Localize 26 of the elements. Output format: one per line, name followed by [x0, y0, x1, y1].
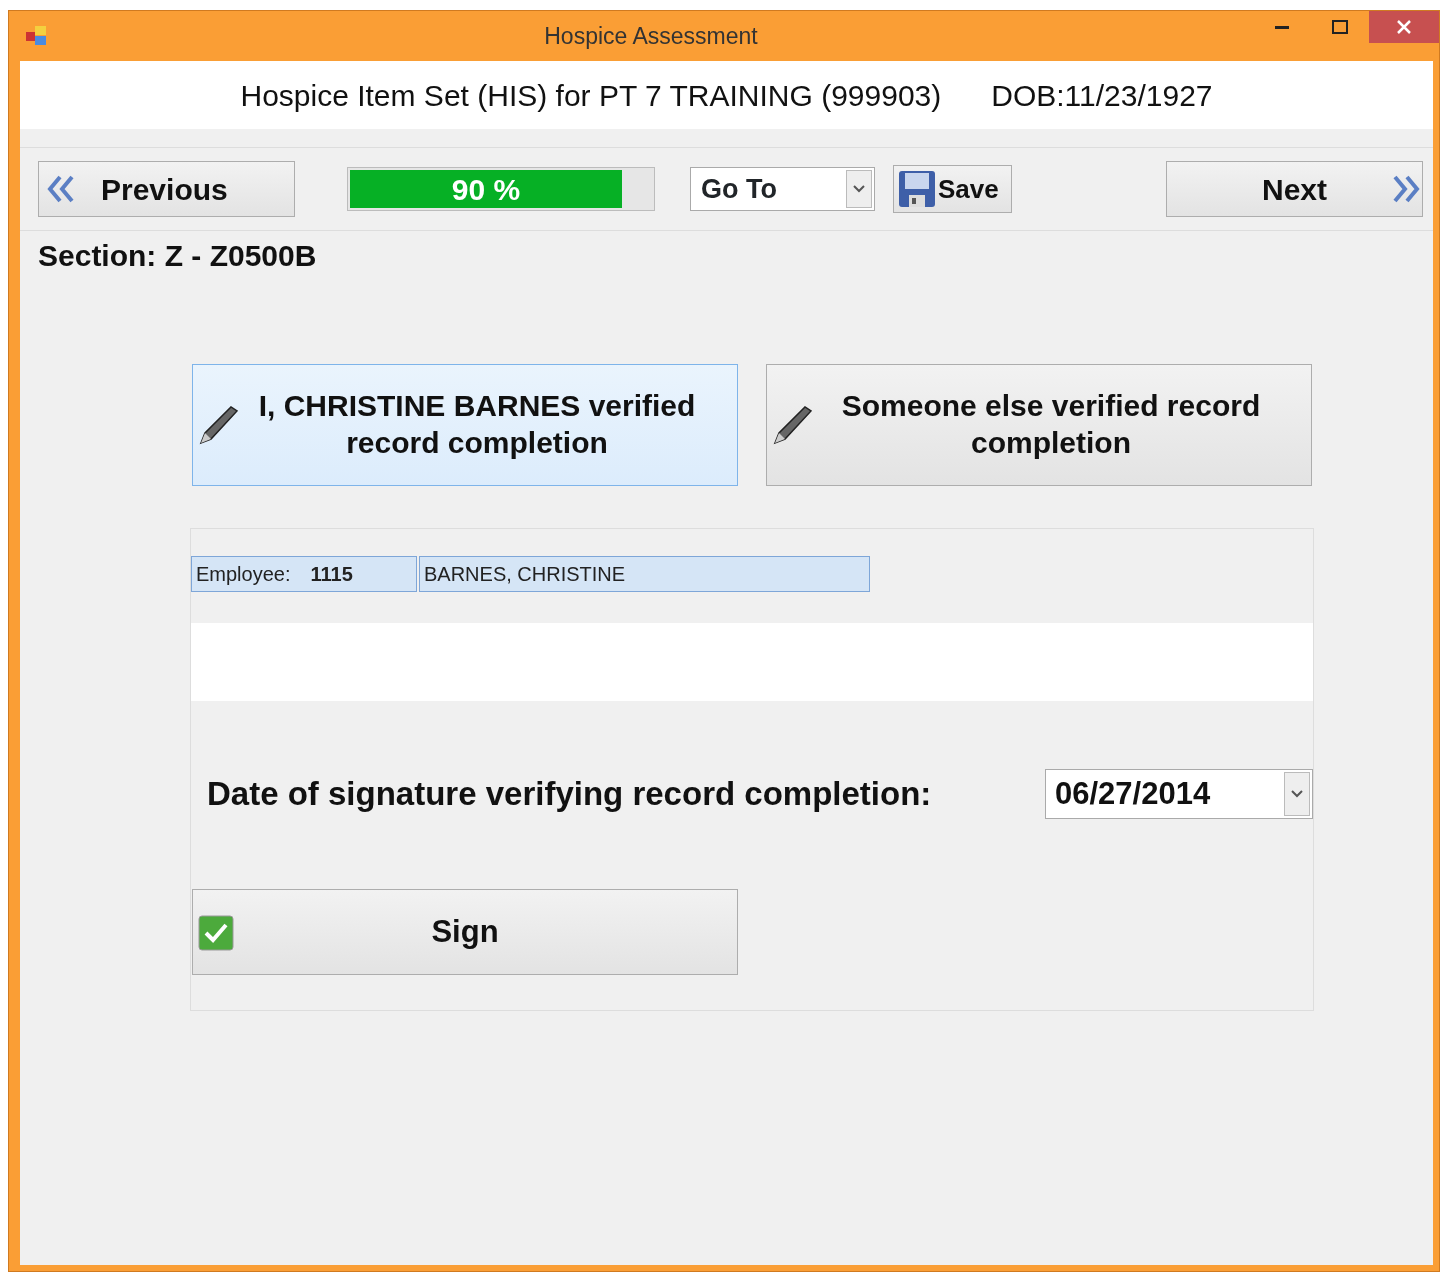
section-label: Section: Z - Z0500B: [37, 238, 318, 274]
employee-id: 1115: [310, 562, 353, 587]
maximize-icon: [1332, 20, 1348, 34]
close-icon: [1396, 19, 1412, 35]
verification-option-button[interactable]: Someone else verified record completion: [766, 364, 1312, 486]
patient-title: Hospice Item Set (HIS) for PT 7 TRAINING (999903): [240, 77, 942, 114]
go-to-dropdown[interactable]: Go To: [690, 167, 875, 211]
date-of-birth: DOB:11/23/1927: [991, 77, 1213, 114]
caret-icon: [1291, 790, 1303, 798]
next-button[interactable]: Next: [1166, 161, 1423, 217]
date-label: Date of signature verifying record completion:: [207, 774, 932, 815]
employee-name-field: BARNES, CHRISTINE: [419, 556, 870, 592]
verification-option-button[interactable]: I, CHRISTINE BARNES verified record completion: [192, 364, 738, 486]
pen-icon: [197, 403, 239, 447]
sign-button[interactable]: Sign: [192, 889, 738, 975]
previous-button[interactable]: Previous: [38, 161, 295, 217]
caret-icon: [853, 185, 865, 193]
pen-icon: [771, 403, 813, 447]
progress-fill: 90 %: [350, 170, 622, 208]
close-button[interactable]: [1369, 11, 1439, 43]
app-icon: [25, 25, 49, 47]
save-button[interactable]: Save: [893, 165, 1012, 213]
minimize-icon: [1275, 25, 1289, 29]
window-title: Hospice Assessment: [543, 21, 759, 51]
date-picker-field[interactable]: 06/27/2014: [1045, 769, 1313, 819]
employee-label: Employee:: [196, 562, 291, 587]
